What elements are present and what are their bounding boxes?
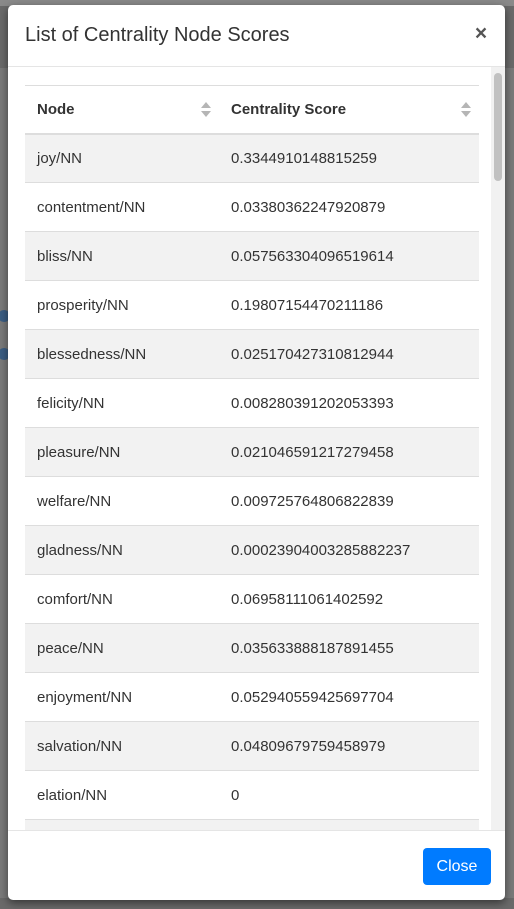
sort-icon[interactable] <box>461 101 471 119</box>
node-cell: comfort/NN <box>25 574 219 624</box>
node-cell: elation/NN <box>25 770 219 820</box>
score-cell: 0.04809679759458979 <box>219 721 479 771</box>
table-row: blessedness/NN 0.025170427310812944 <box>25 329 479 379</box>
scores-table: Node Centrality Score joy/NN 0.3344910148… <box>25 85 479 830</box>
vertical-scrollbar[interactable] <box>491 67 505 830</box>
score-cell: 0.057563304096519614 <box>219 231 479 281</box>
score-cell: 0.00023904003285882237 <box>219 525 479 575</box>
column-header-node[interactable]: Node <box>25 85 219 135</box>
table-row: peace/NN 0.035633888187891455 <box>25 623 479 673</box>
score-cell: 0.035633888187891455 <box>219 623 479 673</box>
node-cell: salvation/NN <box>25 721 219 771</box>
table-row: welfare/NN 0.009725764806822839 <box>25 476 479 526</box>
node-cell <box>25 819 219 830</box>
table-row <box>25 819 479 830</box>
table-row: contentment/NN 0.03380362247920879 <box>25 182 479 232</box>
table-row: elation/NN 0 <box>25 770 479 820</box>
node-cell: blessedness/NN <box>25 329 219 379</box>
column-header-label: Centrality Score <box>231 100 347 118</box>
table-row: bliss/NN 0.057563304096519614 <box>25 231 479 281</box>
table-row: salvation/NN 0.04809679759458979 <box>25 721 479 771</box>
table-row: joy/NN 0.3344910148815259 <box>25 133 479 183</box>
score-cell: 0.008280391202053393 <box>219 378 479 428</box>
node-cell: gladness/NN <box>25 525 219 575</box>
node-cell: felicity/NN <box>25 378 219 428</box>
table-header-row: Node Centrality Score <box>25 85 479 135</box>
score-cell: 0.021046591217279458 <box>219 427 479 477</box>
node-cell: peace/NN <box>25 623 219 673</box>
column-header-label: Node <box>37 100 75 118</box>
table-row: pleasure/NN 0.021046591217279458 <box>25 427 479 477</box>
score-cell: 0.03380362247920879 <box>219 182 479 232</box>
table-row: comfort/NN 0.06958111061402592 <box>25 574 479 624</box>
column-header-centrality-score[interactable]: Centrality Score <box>219 85 479 135</box>
score-cell: 0.3344910148815259 <box>219 133 479 183</box>
centrality-scores-modal: List of Centrality Node Scores × Node Ce… <box>8 5 505 900</box>
modal-body[interactable]: Node Centrality Score joy/NN 0.3344910148… <box>8 67 505 830</box>
table-row: felicity/NN 0.008280391202053393 <box>25 378 479 428</box>
table-row: gladness/NN 0.00023904003285882237 <box>25 525 479 575</box>
table-row: prosperity/NN 0.19807154470211186 <box>25 280 479 330</box>
node-cell: welfare/NN <box>25 476 219 526</box>
score-cell: 0.025170427310812944 <box>219 329 479 379</box>
node-cell: enjoyment/NN <box>25 672 219 722</box>
node-cell: pleasure/NN <box>25 427 219 477</box>
close-icon[interactable]: × <box>471 22 491 46</box>
node-cell: bliss/NN <box>25 231 219 281</box>
sort-icon[interactable] <box>201 101 211 119</box>
score-cell: 0.009725764806822839 <box>219 476 479 526</box>
score-cell: 0.19807154470211186 <box>219 280 479 330</box>
score-cell: 0 <box>219 770 479 820</box>
scrollbar-thumb[interactable] <box>494 73 502 181</box>
score-cell: 0.06958111061402592 <box>219 574 479 624</box>
close-button[interactable]: Close <box>423 848 491 885</box>
table-row: enjoyment/NN 0.052940559425697704 <box>25 672 479 722</box>
node-cell: prosperity/NN <box>25 280 219 330</box>
score-cell: 0.052940559425697704 <box>219 672 479 722</box>
modal-footer: Close <box>8 830 505 900</box>
node-cell: joy/NN <box>25 133 219 183</box>
score-cell <box>219 819 479 830</box>
modal-title: List of Centrality Node Scores <box>25 24 290 46</box>
modal-header: List of Centrality Node Scores × <box>8 5 505 67</box>
node-cell: contentment/NN <box>25 182 219 232</box>
